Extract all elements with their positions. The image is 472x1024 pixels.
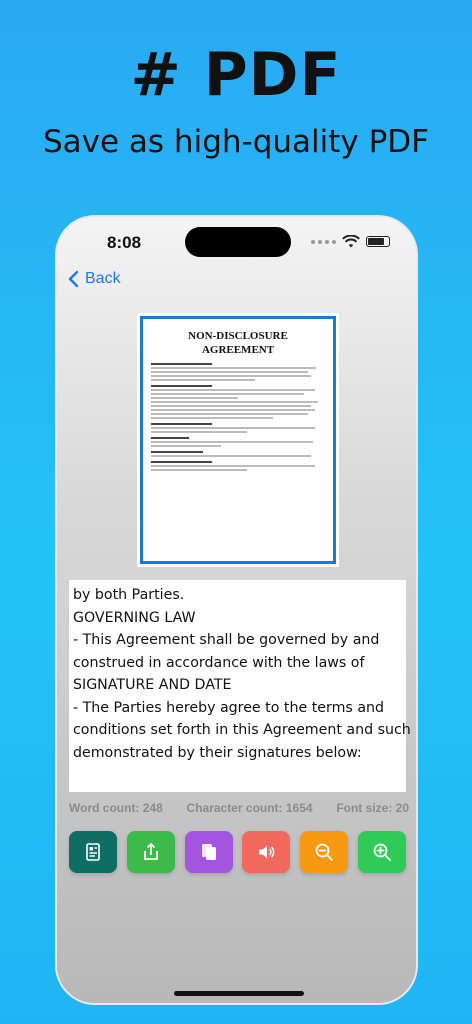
action-toolbar bbox=[69, 831, 406, 873]
battery-icon bbox=[366, 236, 390, 247]
copy-icon bbox=[201, 844, 216, 860]
document-title-line1: NON-DISCLOSURE bbox=[188, 330, 288, 342]
document-body bbox=[151, 363, 325, 471]
document-preview[interactable]: NON-DISCLOSURE AGREEMENT bbox=[137, 313, 339, 567]
character-count: Character count: 1654 bbox=[186, 801, 313, 815]
signal-dots-icon bbox=[311, 239, 336, 244]
text-line: SIGNATURE AND DATE bbox=[73, 677, 232, 693]
back-button[interactable]: Back bbox=[67, 270, 121, 288]
share-button[interactable] bbox=[126, 831, 175, 873]
zoom-in-button[interactable] bbox=[357, 831, 406, 873]
extracted-text-area[interactable]: by both Parties. GOVERNING LAW - This Ag… bbox=[69, 580, 418, 792]
speak-button[interactable] bbox=[242, 831, 291, 873]
home-indicator[interactable] bbox=[174, 991, 304, 996]
text-line: conditions set forth in this Agreement a… bbox=[73, 722, 418, 738]
text-line: - The Parties hereby agree to the terms … bbox=[73, 699, 385, 716]
share-icon bbox=[143, 843, 158, 860]
document-page: NON-DISCLOSURE AGREEMENT bbox=[140, 316, 336, 564]
headline: # PDF bbox=[130, 40, 342, 110]
wifi-icon bbox=[342, 235, 360, 248]
scan-text-button[interactable] bbox=[69, 831, 117, 873]
phone-frame: 8:08 Back NON-DISCLOSURE AGREEMENT by bo… bbox=[55, 215, 418, 1005]
font-size: Font size: 20 bbox=[336, 801, 409, 815]
scan-text-icon bbox=[86, 843, 100, 861]
chevron-left-icon bbox=[68, 270, 79, 288]
document-title-line2: AGREEMENT bbox=[201, 344, 275, 356]
text-line: GOVERNING LAW bbox=[73, 609, 196, 626]
text-line: demonstrated by their signatures below: bbox=[73, 744, 362, 761]
word-count: Word count: 248 bbox=[69, 801, 163, 815]
status-time: 8:08 bbox=[107, 233, 142, 252]
speaker-icon bbox=[259, 846, 275, 858]
stats-bar: Word count: 248 Character count: 1654 Fo… bbox=[69, 801, 409, 815]
back-label: Back bbox=[85, 270, 121, 287]
zoom-in-icon bbox=[373, 843, 391, 861]
dynamic-island bbox=[185, 227, 291, 257]
zoom-out-button[interactable] bbox=[300, 831, 349, 873]
text-line: by both Parties. bbox=[73, 587, 185, 603]
copy-button[interactable] bbox=[184, 831, 233, 873]
subline: Save as high-quality PDF bbox=[42, 124, 430, 160]
text-line: construed in accordance with the laws of bbox=[73, 654, 365, 671]
status-icons bbox=[311, 235, 390, 248]
zoom-out-icon bbox=[315, 843, 334, 861]
text-line: - This Agreement shall be governed by an… bbox=[73, 632, 380, 648]
